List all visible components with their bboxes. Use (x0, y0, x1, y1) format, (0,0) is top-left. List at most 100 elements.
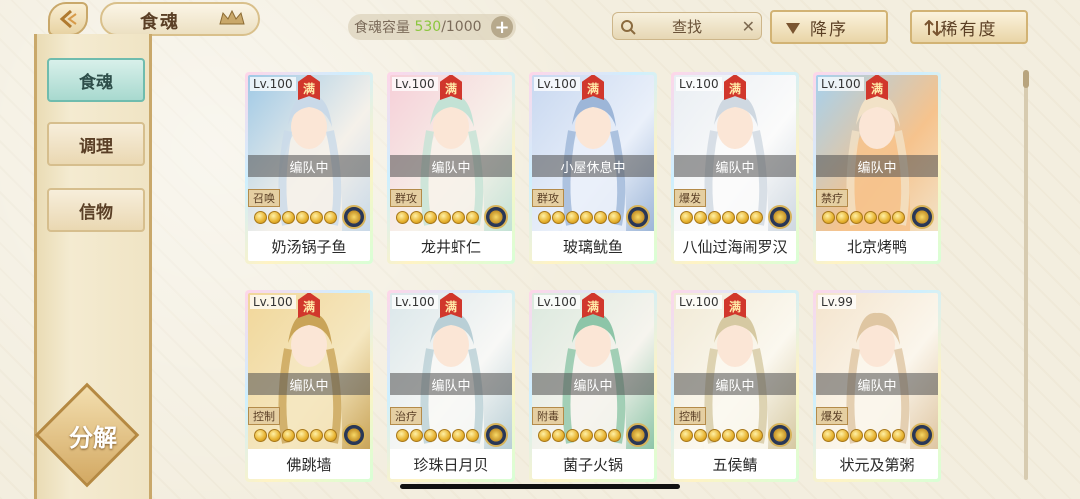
star-icon (750, 211, 763, 224)
star-icon (736, 211, 749, 224)
skill-orb-icon (342, 205, 366, 229)
food-soul-card[interactable]: Lv.99 编队中 爆发 状元及第粥 (813, 290, 941, 482)
star-icon (282, 211, 295, 224)
skill-orb-icon (626, 423, 650, 447)
search-icon (621, 20, 636, 35)
search-button[interactable]: 查找 ✕ (612, 12, 762, 40)
level-label: Lv.100 (676, 295, 722, 309)
star-icon (722, 211, 735, 224)
sort-key-button[interactable]: 稀有度 (910, 10, 1028, 44)
star-icon (410, 429, 423, 442)
card-frame: Lv.100 满 编队中 附毒 菌子火锅 (532, 293, 654, 479)
food-soul-card[interactable]: Lv.100 满 编队中 召唤 奶汤锅子鱼 (245, 72, 373, 264)
star-icon (892, 429, 905, 442)
star-icon (566, 211, 579, 224)
star-icon (296, 429, 309, 442)
star-icon (836, 429, 849, 442)
level-label: Lv.99 (818, 295, 856, 309)
food-soul-card[interactable]: Lv.100 满 编队中 控制 五侯鲭 (671, 290, 799, 482)
sidebar-item-token[interactable]: 信物 (47, 188, 145, 232)
capacity-label: 食魂容量 (354, 20, 410, 36)
status-label: 编队中 (248, 155, 370, 177)
food-soul-card[interactable]: Lv.100 满 编队中 群攻 龙井虾仁 (387, 72, 515, 264)
card-frame: Lv.99 编队中 爆发 状元及第粥 (816, 293, 938, 479)
status-label: 编队中 (816, 373, 938, 395)
capacity-display: 食魂容量 530 /1000 + (348, 14, 516, 40)
role-tag: 召唤 (248, 189, 280, 207)
role-tag: 爆发 (816, 407, 848, 425)
food-soul-card[interactable]: Lv.100 满 编队中 控制 佛跳墙 (245, 290, 373, 482)
expand-capacity-button[interactable]: + (491, 16, 513, 38)
food-soul-card[interactable]: Lv.100 满 编队中 爆发 八仙过海闹罗汉 (671, 72, 799, 264)
card-frame: Lv.100 满 编队中 控制 佛跳墙 (248, 293, 370, 479)
status-label: 编队中 (816, 155, 938, 177)
star-icon (324, 429, 337, 442)
back-arrow-icon (59, 9, 77, 29)
star-rating (822, 429, 905, 442)
level-label: Lv.100 (534, 77, 580, 91)
skill-orb-icon (910, 423, 934, 447)
star-icon (396, 211, 409, 224)
star-icon (822, 211, 835, 224)
star-icon (694, 429, 707, 442)
role-tag: 群攻 (532, 189, 564, 207)
sidebar-item-soul[interactable]: 食魂 (47, 58, 145, 102)
star-icon (892, 211, 905, 224)
star-rating (254, 429, 337, 442)
home-indicator (400, 484, 680, 489)
skill-orb-icon (626, 205, 650, 229)
star-icon (466, 429, 479, 442)
card-name: 玻璃鱿鱼 (532, 231, 654, 261)
role-tag: 附毒 (532, 407, 564, 425)
decompose-label: 分解 (69, 424, 117, 452)
star-icon (608, 211, 621, 224)
level-label: Lv.100 (392, 295, 438, 309)
star-icon (850, 429, 863, 442)
star-icon (878, 429, 891, 442)
card-frame: Lv.100 满 编队中 控制 五侯鲭 (674, 293, 796, 479)
card-name: 佛跳墙 (248, 449, 370, 479)
star-icon (736, 429, 749, 442)
star-icon (680, 429, 693, 442)
clear-icon[interactable]: ✕ (742, 17, 755, 36)
star-icon (822, 429, 835, 442)
food-soul-card[interactable]: Lv.100 满 编队中 附毒 菌子火锅 (529, 290, 657, 482)
role-tag: 禁疗 (816, 189, 848, 207)
back-button[interactable] (48, 2, 88, 36)
star-icon (878, 211, 891, 224)
food-soul-card[interactable]: Lv.100 满 编队中 禁疗 北京烤鸭 (813, 72, 941, 264)
food-soul-card[interactable]: Lv.100 满 小屋休息中 群攻 玻璃鱿鱼 (529, 72, 657, 264)
card-name: 八仙过海闹罗汉 (674, 231, 796, 261)
skill-orb-icon (484, 205, 508, 229)
star-icon (836, 211, 849, 224)
skill-orb-icon (768, 423, 792, 447)
skill-orb-icon (910, 205, 934, 229)
status-label: 小屋休息中 (532, 155, 654, 177)
scrollbar[interactable] (1024, 70, 1028, 480)
scroll-thumb[interactable] (1023, 70, 1029, 88)
food-soul-card[interactable]: Lv.100 满 编队中 治疗 珍珠日月贝 (387, 290, 515, 482)
card-frame: Lv.100 满 编队中 禁疗 北京烤鸭 (816, 75, 938, 261)
card-name: 状元及第粥 (816, 449, 938, 479)
status-label: 编队中 (390, 373, 512, 395)
star-icon (396, 429, 409, 442)
star-icon (424, 211, 437, 224)
star-rating (822, 211, 905, 224)
card-frame: Lv.100 满 编队中 爆发 八仙过海闹罗汉 (674, 75, 796, 261)
sidebar-item-cook[interactable]: 调理 (47, 122, 145, 166)
star-icon (310, 211, 323, 224)
star-icon (722, 429, 735, 442)
star-rating (254, 211, 337, 224)
star-icon (424, 429, 437, 442)
star-icon (580, 211, 593, 224)
status-label: 编队中 (390, 155, 512, 177)
star-icon (680, 211, 693, 224)
card-name: 菌子火锅 (532, 449, 654, 479)
level-label: Lv.100 (392, 77, 438, 91)
crown-icon[interactable] (218, 8, 246, 28)
star-icon (452, 211, 465, 224)
level-label: Lv.100 (534, 295, 580, 309)
sort-order-button[interactable]: 降序 (770, 10, 888, 44)
sort-key-label: 稀有度 (940, 19, 998, 40)
star-icon (452, 429, 465, 442)
